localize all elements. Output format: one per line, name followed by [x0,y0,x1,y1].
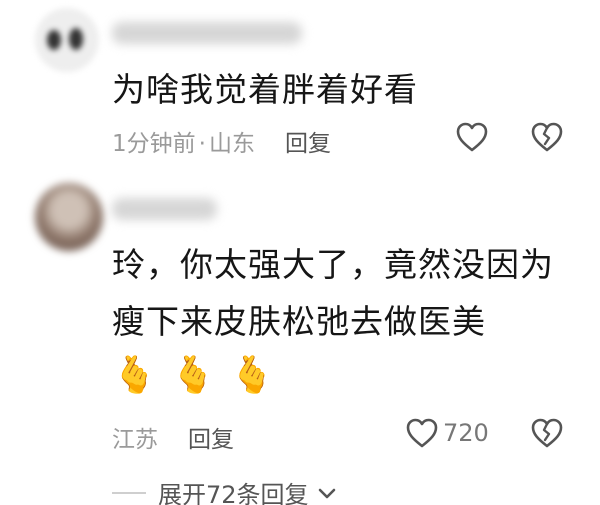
broken-heart-icon [531,418,563,448]
username-blurred[interactable] [112,198,217,220]
like-count: 720 [443,419,489,447]
comment-time: 1分钟前 [112,131,196,157]
avatar[interactable] [35,8,99,72]
meta-separator: · [198,131,206,157]
avatar[interactable] [35,183,103,251]
expand-replies-label: 展开72条回复 [158,481,309,505]
finger-heart-emoji: 🫰 [112,355,157,396]
expand-replies-button[interactable]: 展开72条回复 [112,475,339,505]
comment-meta: 1分钟前 · 山东 回复 [112,124,331,158]
comments-list: 为啥我觉着胖着好看 1分钟前 · 山东 回复 玲，你太强大了，竟然没因为瘦下来皮肤松弛… [0,0,600,505]
heart-outline-icon [456,122,488,152]
reply-button[interactable]: 回复 [285,131,331,157]
comment-item: 玲，你太强大了，竟然没因为瘦下来皮肤松弛去做医美 🫰 🫰 🫰 江苏 回复 720 … [0,180,600,505]
chevron-down-icon [318,488,335,498]
like-button[interactable] [455,121,489,153]
broken-heart-icon [531,122,563,152]
dislike-button[interactable] [530,121,564,157]
dislike-button[interactable] [530,417,564,453]
emoji-row: 🫰 🫰 🫰 [112,348,274,403]
comment-meta: 江苏 回复 [112,420,234,454]
heart-outline-icon [406,418,438,448]
comment-item: 为啥我觉着胖着好看 1分钟前 · 山东 回复 [0,0,600,180]
expand-divider [112,491,146,494]
comment-text: 玲，你太强大了，竟然没因为瘦下来皮肤松弛去做医美 [112,245,554,341]
reply-button[interactable]: 回复 [188,427,234,453]
finger-heart-emoji: 🫰 [170,355,216,396]
comment-location: 山东 [208,131,255,157]
finger-heart-emoji: 🫰 [229,355,275,396]
username-blurred[interactable] [112,22,302,44]
comment-location: 江苏 [112,427,158,453]
comment-text: 为啥我觉着胖着好看 [112,70,418,109]
like-button[interactable]: 720 [405,417,489,449]
